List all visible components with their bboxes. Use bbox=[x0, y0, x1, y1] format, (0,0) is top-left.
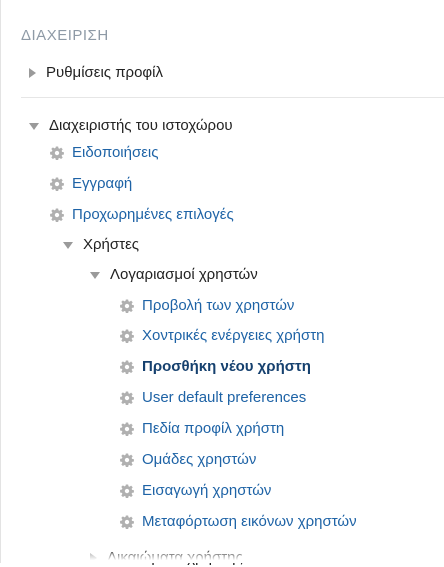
nav-users[interactable]: Χρήστες bbox=[63, 236, 139, 254]
gear-icon bbox=[120, 515, 134, 529]
gear-icon bbox=[50, 177, 64, 191]
nav-item-notifications[interactable]: Ειδοποιήσεις bbox=[50, 144, 158, 162]
item-label: Χοντρικές ενέργειες χρήστη bbox=[142, 327, 325, 344]
nav-accounts[interactable]: Λογαριασμοί χρηστών bbox=[90, 266, 258, 284]
bottom-fade bbox=[1, 549, 444, 563]
nav-site-admin[interactable]: Διαχειριστής του ιστοχώρου bbox=[29, 117, 233, 135]
profile-settings-label: Ρυθμίσεις προφίλ bbox=[46, 64, 163, 81]
item-label: Προχωρημένες επιλογές bbox=[72, 206, 234, 223]
users-label: Χρήστες bbox=[83, 236, 139, 253]
gear-icon bbox=[120, 422, 134, 436]
nav-item-cohorts[interactable]: Ομάδες χρηστών bbox=[120, 451, 256, 469]
triangle-down-icon bbox=[29, 122, 39, 130]
gear-icon bbox=[120, 453, 134, 467]
triangle-down-icon bbox=[90, 271, 100, 279]
item-label: User default preferences bbox=[142, 389, 307, 406]
gear-icon bbox=[120, 299, 134, 313]
nav-item-user-profile-fields[interactable]: Πεδία προφίλ χρήστη bbox=[120, 420, 284, 438]
gear-icon bbox=[120, 360, 134, 374]
gear-icon bbox=[120, 391, 134, 405]
block-title: ΔΙΑΧΕΙΡΙΣΗ bbox=[21, 27, 109, 44]
site-admin-label: Διαχειριστής του ιστοχώρου bbox=[49, 117, 233, 134]
accounts-label: Λογαριασμοί χρηστών bbox=[110, 266, 258, 283]
gear-icon bbox=[120, 329, 134, 343]
active-item-label: Προσθήκη νέου χρήστη bbox=[142, 358, 311, 375]
nav-profile-settings[interactable]: Ρυθμίσεις προφίλ bbox=[29, 64, 163, 82]
nav-item-add-new-user[interactable]: Προσθήκη νέου χρήστη bbox=[120, 358, 311, 376]
item-label: Ομάδες χρηστών bbox=[142, 451, 257, 468]
nav-item-browse-users[interactable]: Προβολή των χρηστών bbox=[120, 297, 294, 315]
nav-item-upload-users[interactable]: Εισαγωγή χρηστών bbox=[120, 482, 271, 500]
triangle-right-icon bbox=[29, 68, 36, 78]
item-label: Προβολή των χρηστών bbox=[142, 297, 295, 314]
item-label: Ειδοποιήσεις bbox=[72, 144, 159, 161]
item-label: Εγγραφή bbox=[72, 175, 133, 192]
nav-item-registration[interactable]: Εγγραφή bbox=[50, 175, 132, 193]
gear-icon bbox=[50, 146, 64, 160]
triangle-down-icon bbox=[63, 241, 73, 249]
nav-item-user-default-preferences[interactable]: User default preferences bbox=[120, 389, 306, 407]
item-label: Εισαγωγή χρηστών bbox=[142, 482, 272, 499]
nav-item-advanced-features[interactable]: Προχωρημένες επιλογές bbox=[50, 206, 234, 224]
item-label: Πεδία προφίλ χρήστη bbox=[142, 420, 285, 437]
gear-icon bbox=[120, 484, 134, 498]
gear-icon bbox=[50, 208, 64, 222]
administration-block: ΔΙΑΧΕΙΡΙΣΗ Ρυθμίσεις προφίλ Διαχειριστής… bbox=[0, 0, 444, 566]
nav-item-bulk-user-actions[interactable]: Χοντρικές ενέργειες χρήστη bbox=[120, 327, 325, 345]
divider bbox=[21, 97, 444, 98]
item-label: Μεταφόρτωση εικόνων χρηστών bbox=[142, 513, 357, 530]
nav-item-upload-user-pictures[interactable]: Μεταφόρτωση εικόνων χρηστών bbox=[120, 513, 357, 531]
